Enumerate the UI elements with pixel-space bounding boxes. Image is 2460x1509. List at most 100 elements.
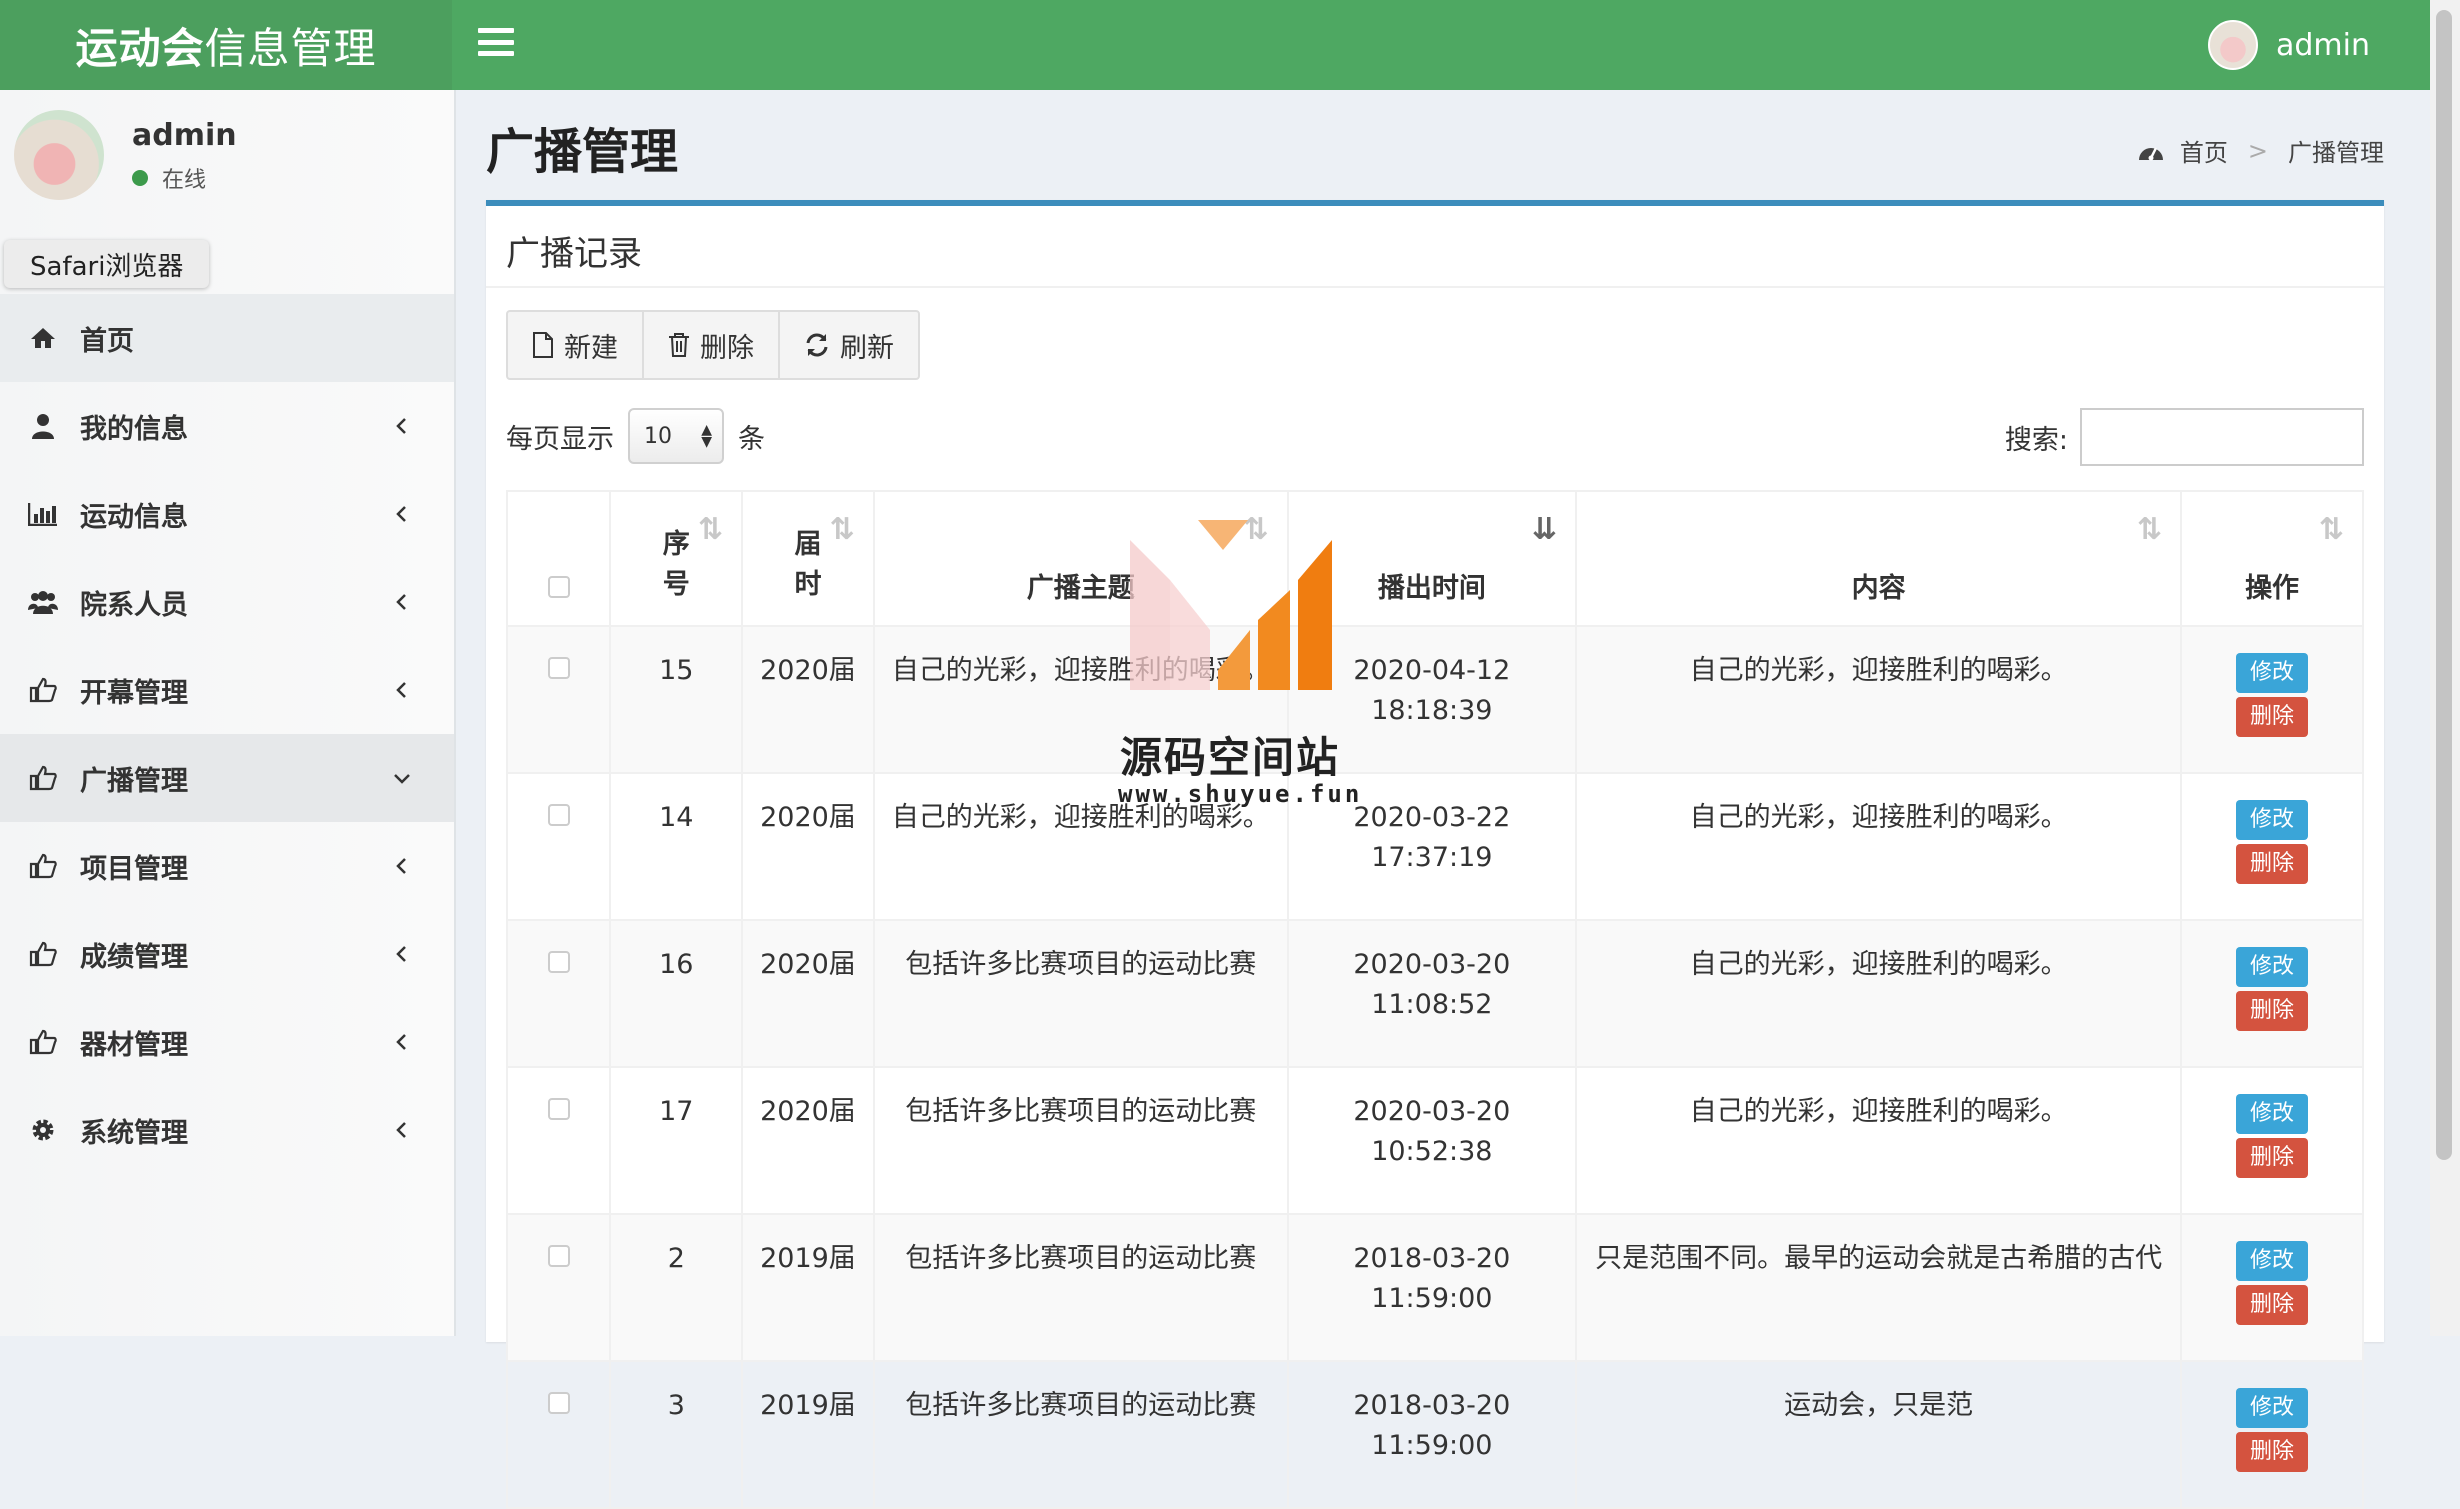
row-checkbox[interactable] [547, 804, 570, 826]
search-label: 搜索: [2004, 424, 2068, 456]
broadcast-table: 序号 ⇅ 届时 ⇅ 广播主题 ⇅ 播出时间 ⇊ 内容 ⇅ 操作 ⇅ 15 2020届 自己的… [505, 490, 2364, 1509]
cell-session: 2019届 [741, 1360, 875, 1509]
breadcrumb-separator: > [2247, 136, 2268, 165]
row-checkbox[interactable] [547, 657, 570, 679]
edit-button[interactable]: 修改 [2236, 653, 2309, 693]
sidebar-item-label: 开幕管理 [80, 677, 188, 709]
page-title: 广播管理 [486, 124, 679, 180]
box-title: 广播记录 [506, 234, 642, 274]
row-delete-button[interactable]: 删除 [2236, 697, 2309, 737]
cell-session: 2020届 [741, 919, 875, 1068]
sidebar-item-opening[interactable]: 开幕管理 [0, 646, 454, 734]
search-input[interactable] [2080, 408, 2364, 466]
col-header-label: 序号 [662, 529, 690, 600]
scrollbar-thumb[interactable] [2436, 10, 2452, 1160]
sidebar-item-home[interactable]: 首页 [0, 294, 454, 382]
breadcrumb-home-link[interactable]: 首页 [2180, 133, 2228, 168]
sidebar-item-system[interactable]: 系统管理 [0, 1086, 454, 1174]
select-all-checkbox[interactable] [547, 576, 570, 598]
user-icon [28, 411, 58, 441]
cell-date: 2018-03-20 [1353, 1243, 1511, 1274]
per-page-suffix: 条 [738, 423, 765, 455]
sidebar-item-broadcast[interactable]: 广播管理 [0, 734, 454, 822]
table-header-row: 序号 ⇅ 届时 ⇅ 广播主题 ⇅ 播出时间 ⇊ 内容 ⇅ 操作 ⇅ [505, 490, 2364, 627]
sidebar-item-project[interactable]: 项目管理 [0, 822, 454, 910]
sidebar-item-equipment[interactable]: 器材管理 [0, 998, 454, 1086]
table-row: 14 2020届 自己的光彩，迎接胜利的喝彩。 2020-03-22 17:37:… [505, 772, 2364, 921]
edit-button[interactable]: 修改 [2236, 1388, 2309, 1428]
col-header-action[interactable]: 操作 ⇅ [2180, 490, 2364, 627]
sidebar-item-label: 成绩管理 [80, 941, 188, 973]
user-menu[interactable]: admin [2208, 0, 2370, 90]
sidebar-item-my-info[interactable]: 我的信息 [0, 382, 454, 470]
sort-icon: ⇅ [829, 512, 855, 547]
col-header-content[interactable]: 内容 ⇅ [1575, 490, 2183, 627]
app-logo[interactable]: 运动会 信息管理 [0, 0, 452, 90]
chevron-left-icon [396, 594, 406, 610]
sort-desc-icon: ⇊ [1531, 512, 1558, 547]
row-checkbox[interactable] [547, 1392, 570, 1414]
bar-chart-icon [28, 499, 58, 529]
sidebar-item-label: 我的信息 [80, 413, 188, 445]
cell-actions: 修改 删除 [2180, 1066, 2364, 1215]
watermark-text: 源码空间站 [1120, 733, 1341, 782]
edit-button[interactable]: 修改 [2236, 800, 2309, 840]
cell-content: 自己的光彩，迎接胜利的喝彩。 [1575, 772, 2183, 921]
cell-time: 2020-03-20 11:08:52 [1286, 919, 1578, 1068]
gear-icon [28, 1115, 58, 1145]
refresh-icon [806, 333, 828, 357]
delete-button[interactable]: 删除 [642, 310, 780, 380]
cell-clock: 11:59:00 [1371, 1283, 1493, 1314]
row-delete-button[interactable]: 删除 [2236, 1285, 2309, 1325]
cell-topic: 包括许多比赛项目的运动比赛 [872, 1360, 1289, 1509]
chevron-left-icon [396, 1122, 406, 1138]
row-delete-button[interactable]: 删除 [2236, 844, 2309, 884]
sort-icon: ⇅ [2136, 512, 2163, 547]
new-button[interactable]: 新建 [506, 310, 644, 380]
sort-icon: ⇅ [2318, 512, 2344, 547]
cell-time: 2018-03-20 11:59:00 [1286, 1213, 1578, 1362]
trash-icon [669, 333, 689, 357]
row-checkbox[interactable] [547, 1245, 570, 1267]
edit-button[interactable]: 修改 [2236, 1241, 2309, 1281]
sidebar-item-department[interactable]: 院系人员 [0, 558, 454, 646]
thumbs-up-icon [28, 1027, 58, 1057]
edit-button[interactable]: 修改 [2236, 947, 2309, 987]
col-header-session[interactable]: 届时 ⇅ [741, 490, 875, 627]
edit-button[interactable]: 修改 [2236, 1094, 2309, 1134]
sidebar-toggle-icon[interactable] [478, 24, 514, 60]
cell-session: 2019届 [741, 1213, 875, 1362]
breadcrumb-current: 广播管理 [2288, 139, 2384, 167]
row-checkbox[interactable] [547, 1098, 570, 1120]
online-dot-icon [132, 170, 148, 186]
cell-session: 2020届 [741, 625, 875, 774]
chevron-left-icon [396, 1034, 406, 1050]
cell-seq: 2 [609, 1213, 744, 1362]
col-header-seq[interactable]: 序号 ⇅ [609, 490, 744, 627]
cell-date: 2020-04-12 [1353, 655, 1511, 686]
row-delete-button[interactable]: 删除 [2236, 1138, 2309, 1178]
chevron-left-icon [396, 418, 406, 434]
table-row: 15 2020届 自己的光彩，迎接胜利的喝彩。 2020-04-12 18:18:… [505, 625, 2364, 774]
dashboard-icon [2138, 146, 2163, 160]
cell-actions: 修改 删除 [2180, 1360, 2364, 1509]
row-checkbox[interactable] [547, 951, 570, 973]
refresh-button[interactable]: 刷新 [778, 310, 920, 380]
table-row: 17 2020届 包括许多比赛项目的运动比赛 2020-03-20 10:52:3… [505, 1066, 2364, 1215]
page-length-select[interactable]: 10 ▲ ▼ [628, 408, 724, 464]
toolbar: 新建 删除 刷新 [506, 310, 920, 380]
cell-actions: 修改 删除 [2180, 772, 2364, 921]
brand-text: 信息管理 [204, 23, 377, 73]
thumbs-up-icon [28, 939, 58, 969]
row-delete-button[interactable]: 删除 [2236, 1432, 2309, 1472]
col-header-label: 播出时间 [1377, 573, 1486, 604]
cell-date: 2020-03-20 [1353, 1096, 1511, 1127]
table-row: 2 2019届 包括许多比赛项目的运动比赛 2018-03-20 11:59:00… [505, 1213, 2364, 1362]
chevron-left-icon [396, 506, 406, 522]
row-delete-button[interactable]: 删除 [2236, 991, 2309, 1031]
sidebar-item-label: 系统管理 [80, 1117, 188, 1149]
cell-actions: 修改 删除 [2180, 1213, 2364, 1362]
page-length-value: 10 [644, 423, 672, 449]
sidebar-item-score[interactable]: 成绩管理 [0, 910, 454, 998]
sidebar-item-sports-info[interactable]: 运动信息 [0, 470, 454, 558]
